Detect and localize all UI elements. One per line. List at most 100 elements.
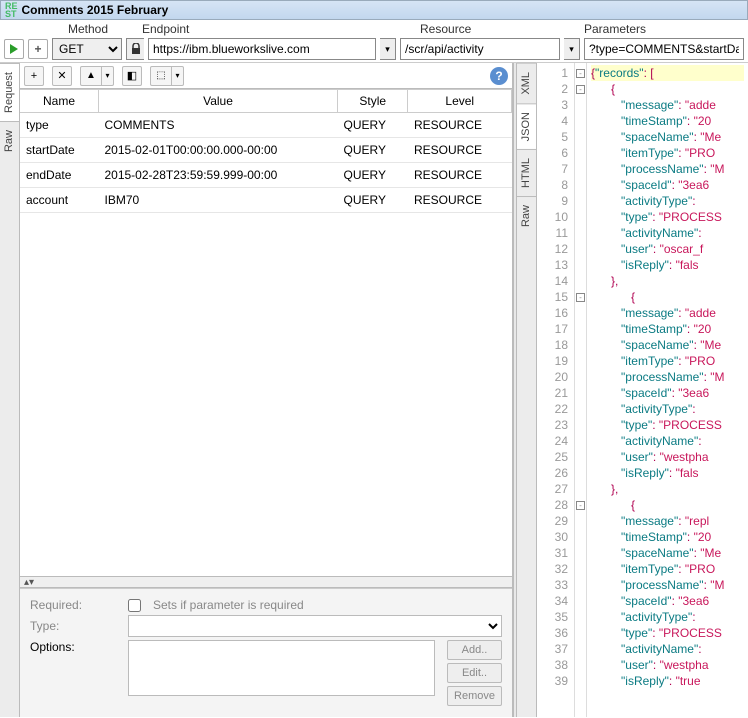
options-textarea[interactable] [128, 640, 435, 696]
line-number: 7 [537, 161, 572, 177]
params-table-scroll[interactable]: NameValueStyleLevel typeCOMMENTSQUERYRES… [20, 89, 512, 576]
add-button[interactable]: + [28, 39, 48, 59]
run-button[interactable] [4, 39, 24, 59]
code-line: { [591, 289, 744, 305]
cell-value: 2015-02-01T00:00:00.000-00:00 [98, 138, 337, 163]
line-number: 28 [537, 497, 572, 513]
line-number: 9 [537, 193, 572, 209]
left-tab-raw[interactable]: Raw [0, 121, 19, 160]
fold-marker [575, 481, 586, 497]
fold-marker [575, 449, 586, 465]
line-number: 2 [537, 81, 572, 97]
code-area[interactable]: {"records": [ { "message": "adde "timeSt… [587, 63, 748, 717]
fold-marker [575, 321, 586, 337]
code-line: "activityName": [591, 225, 744, 241]
line-number: 6 [537, 145, 572, 161]
required-checkbox[interactable] [128, 599, 141, 612]
right-tab-json[interactable]: JSON [517, 103, 536, 149]
cell-style: QUERY [338, 113, 408, 138]
fold-marker [575, 113, 586, 129]
help-icon[interactable]: ? [490, 67, 508, 85]
col-name[interactable]: Name [20, 90, 98, 113]
line-number: 12 [537, 241, 572, 257]
cell-value: COMMENTS [98, 113, 337, 138]
params-toolbar: + ✕ ▲▾ ◧ ⬚▾ ? [20, 63, 512, 89]
code-line: "user": "oscar_f [591, 241, 744, 257]
endpoint-dropdown[interactable]: ▾ [380, 38, 396, 60]
toolbar-labels: Method Endpoint Resource Parameters [0, 20, 748, 36]
left-tab-request[interactable]: Request [0, 63, 19, 121]
fold-marker [575, 161, 586, 177]
col-style[interactable]: Style [338, 90, 408, 113]
fold-marker[interactable]: - [575, 81, 586, 97]
right-tab-xml[interactable]: XML [517, 63, 536, 103]
code-line: "spaceId": "3ea6 [591, 177, 744, 193]
code-line: "type": "PROCESS [591, 417, 744, 433]
options-add-button[interactable]: Add.. [447, 640, 502, 660]
line-number: 10 [537, 209, 572, 225]
code-line: "spaceId": "3ea6 [591, 593, 744, 609]
fold-marker [575, 305, 586, 321]
line-number: 8 [537, 177, 572, 193]
table-row[interactable]: endDate2015-02-28T23:59:59.999-00:00QUER… [20, 163, 512, 188]
toolbar-extra-split[interactable]: ⬚▾ [150, 66, 184, 86]
code-line: "type": "PROCESS [591, 625, 744, 641]
code-line: "type": "PROCESS [591, 209, 744, 225]
cell-name: endDate [20, 163, 98, 188]
line-number: 35 [537, 609, 572, 625]
fold-marker [575, 401, 586, 417]
code-line: }, [591, 481, 744, 497]
fold-marker [575, 193, 586, 209]
col-value[interactable]: Value [98, 90, 337, 113]
toolbar-up-split[interactable]: ▲▾ [80, 66, 114, 86]
resource-dropdown[interactable]: ▾ [564, 38, 580, 60]
col-level[interactable]: Level [408, 90, 512, 113]
table-row[interactable]: accountIBM70QUERYRESOURCE [20, 188, 512, 213]
code-line: { [591, 497, 744, 513]
line-number: 37 [537, 641, 572, 657]
endpoint-input[interactable] [148, 38, 376, 60]
line-number: 24 [537, 433, 572, 449]
table-row[interactable]: startDate2015-02-01T00:00:00.000-00:00QU… [20, 138, 512, 163]
line-number: 23 [537, 417, 572, 433]
right-tab-html[interactable]: HTML [517, 149, 536, 196]
fold-marker[interactable]: - [575, 289, 586, 305]
code-line: "processName": "M [591, 577, 744, 593]
options-edit-button[interactable]: Edit.. [447, 663, 502, 683]
line-number: 31 [537, 545, 572, 561]
line-number: 4 [537, 113, 572, 129]
panel-toggle-strip[interactable]: ▴▾ [20, 576, 512, 588]
resource-label: Resource [420, 22, 580, 36]
request-pane: RequestRaw + ✕ ▲▾ ◧ ⬚▾ ? NameValueStyleL… [0, 63, 513, 717]
fold-marker [575, 433, 586, 449]
method-select[interactable]: GET [52, 38, 122, 60]
code-line: {"records": [ [591, 65, 744, 81]
toolbar-remove-icon[interactable]: ✕ [52, 66, 72, 86]
cell-level: RESOURCE [408, 163, 512, 188]
code-line: "spaceId": "3ea6 [591, 385, 744, 401]
type-select[interactable] [128, 615, 502, 637]
toolbar-unknown-icon[interactable]: ◧ [122, 66, 142, 86]
fold-marker [575, 625, 586, 641]
cell-name: account [20, 188, 98, 213]
main-split: RequestRaw + ✕ ▲▾ ◧ ⬚▾ ? NameValueStyleL… [0, 63, 748, 717]
cell-value: 2015-02-28T23:59:59.999-00:00 [98, 163, 337, 188]
resource-input[interactable] [400, 38, 560, 60]
rest-badge-icon: REST [5, 2, 18, 18]
toolbar-add-icon[interactable]: + [24, 66, 44, 86]
code-line: "message": "adde [591, 305, 744, 321]
line-number: 18 [537, 337, 572, 353]
options-remove-button[interactable]: Remove [447, 686, 502, 706]
code-line: "itemType": "PRO [591, 145, 744, 161]
table-row[interactable]: typeCOMMENTSQUERYRESOURCE [20, 113, 512, 138]
code-line: "processName": "M [591, 161, 744, 177]
code-line: "timeStamp": "20 [591, 113, 744, 129]
parameters-input[interactable] [584, 38, 744, 60]
line-number: 5 [537, 129, 572, 145]
right-tab-raw[interactable]: Raw [517, 196, 536, 235]
required-text: Sets if parameter is required [153, 598, 304, 612]
fold-marker [575, 561, 586, 577]
fold-marker[interactable]: - [575, 497, 586, 513]
fold-marker[interactable]: - [575, 65, 586, 81]
line-number: 19 [537, 353, 572, 369]
